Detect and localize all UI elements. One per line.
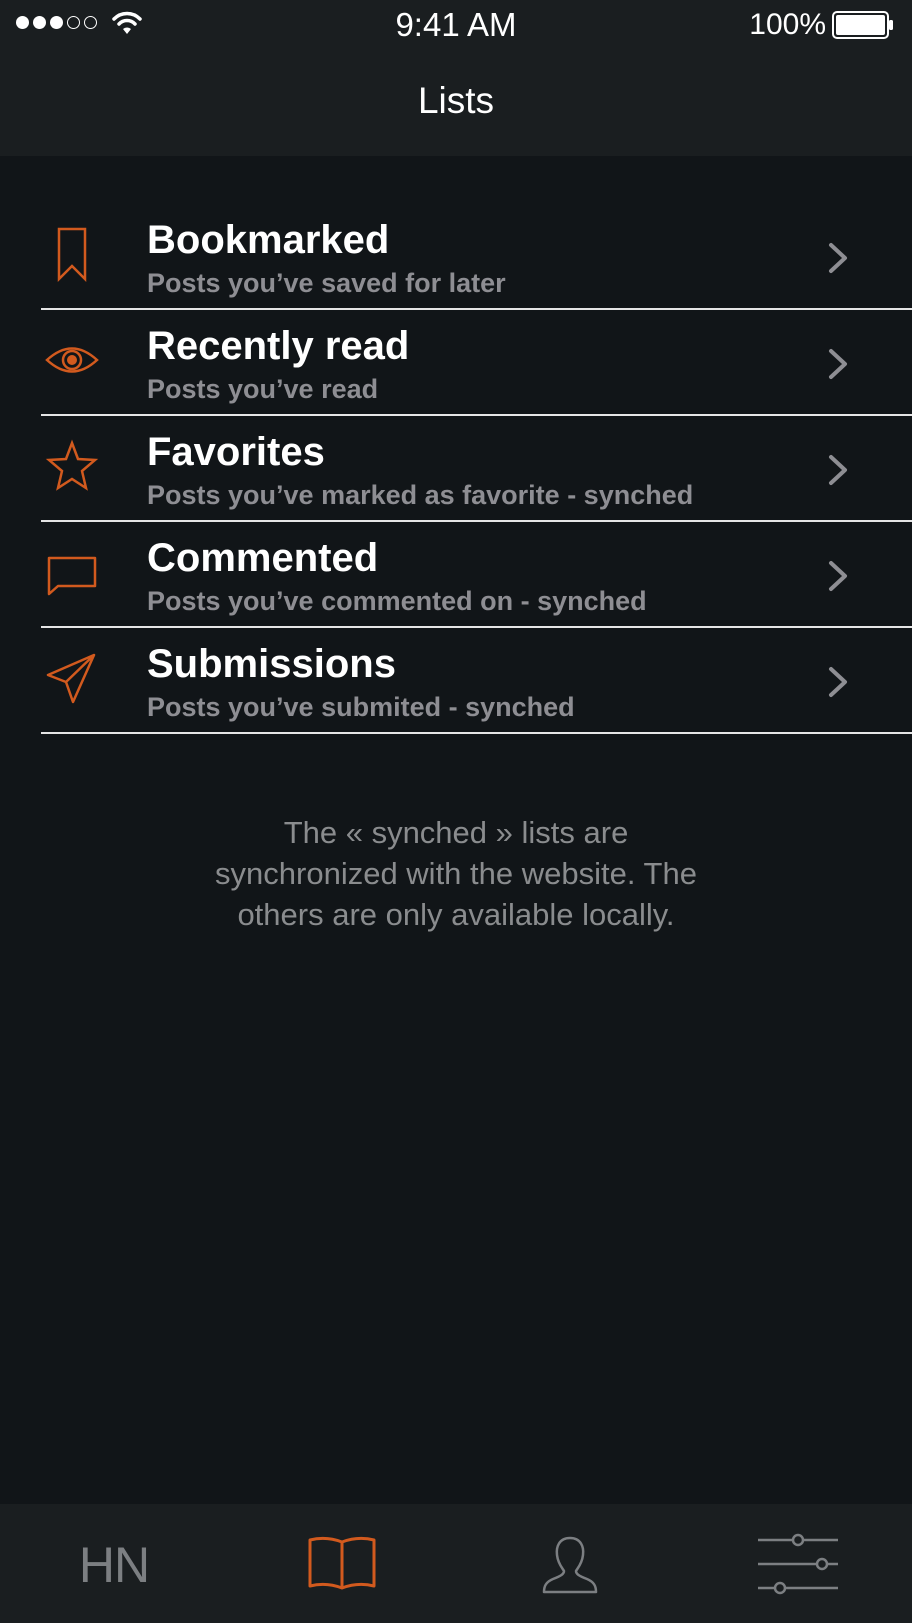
list-item-subtitle: Posts you’ve marked as favorite - synche… <box>147 480 694 510</box>
chevron-right-icon <box>829 349 847 379</box>
list-item-subtitle: Posts you’ve commented on - synched <box>147 586 647 616</box>
star-icon <box>45 439 99 491</box>
chevron-right-icon <box>829 243 847 273</box>
lists-table: Bookmarked Posts you’ve saved for later … <box>0 204 912 734</box>
tab-bar: HN <box>0 1504 912 1623</box>
list-item-commented[interactable]: Commented Posts you’ve commented on - sy… <box>0 522 912 628</box>
tab-settings[interactable] <box>684 1504 912 1623</box>
synched-footnote: The « synched » lists are synchronized w… <box>0 812 912 935</box>
battery-icon <box>832 11 893 39</box>
tab-hn[interactable]: HN <box>0 1504 228 1623</box>
user-icon <box>542 1536 598 1594</box>
row-divider <box>41 732 912 734</box>
footnote-line: others are only available locally. <box>237 897 675 932</box>
chevron-right-icon <box>829 455 847 485</box>
navigation-bar: Lists <box>0 50 912 156</box>
list-item-title: Favorites <box>147 430 325 474</box>
book-icon <box>308 1536 376 1590</box>
list-item-title: Bookmarked <box>147 218 390 262</box>
list-item-title: Recently read <box>147 324 410 368</box>
footnote-line: The « synched » lists are <box>283 815 629 850</box>
list-item-favorites[interactable]: Favorites Posts you’ve marked as favorit… <box>0 416 912 522</box>
paper-plane-icon <box>46 653 96 704</box>
eye-icon <box>45 347 99 373</box>
bookmark-icon <box>57 227 87 282</box>
chevron-right-icon <box>829 561 847 591</box>
list-item-subtitle: Posts you’ve submited - synched <box>147 692 575 722</box>
list-item-bookmarked[interactable]: Bookmarked Posts you’ve saved for later <box>0 204 912 310</box>
list-item-title: Submissions <box>147 642 396 686</box>
sliders-icon <box>758 1533 838 1595</box>
list-item-submissions[interactable]: Submissions Posts you’ve submited - sync… <box>0 628 912 734</box>
tab-lists[interactable] <box>228 1504 456 1623</box>
status-bar: 9:41 AM 100% <box>0 0 912 50</box>
list-item-title: Commented <box>147 536 379 580</box>
list-item-subtitle: Posts you’ve read <box>147 374 379 404</box>
page-title: Lists <box>417 80 495 121</box>
list-item-subtitle: Posts you’ve saved for later <box>147 268 506 298</box>
hn-text-icon: HN <box>78 1537 150 1593</box>
list-item-recently-read[interactable]: Recently read Posts you’ve read <box>0 310 912 416</box>
footnote-line: synchronized with the website. The <box>215 856 697 891</box>
comment-icon <box>47 556 97 596</box>
battery-percent: 100% <box>749 8 826 41</box>
tab-profile[interactable] <box>456 1504 684 1623</box>
chevron-right-icon <box>829 667 847 697</box>
